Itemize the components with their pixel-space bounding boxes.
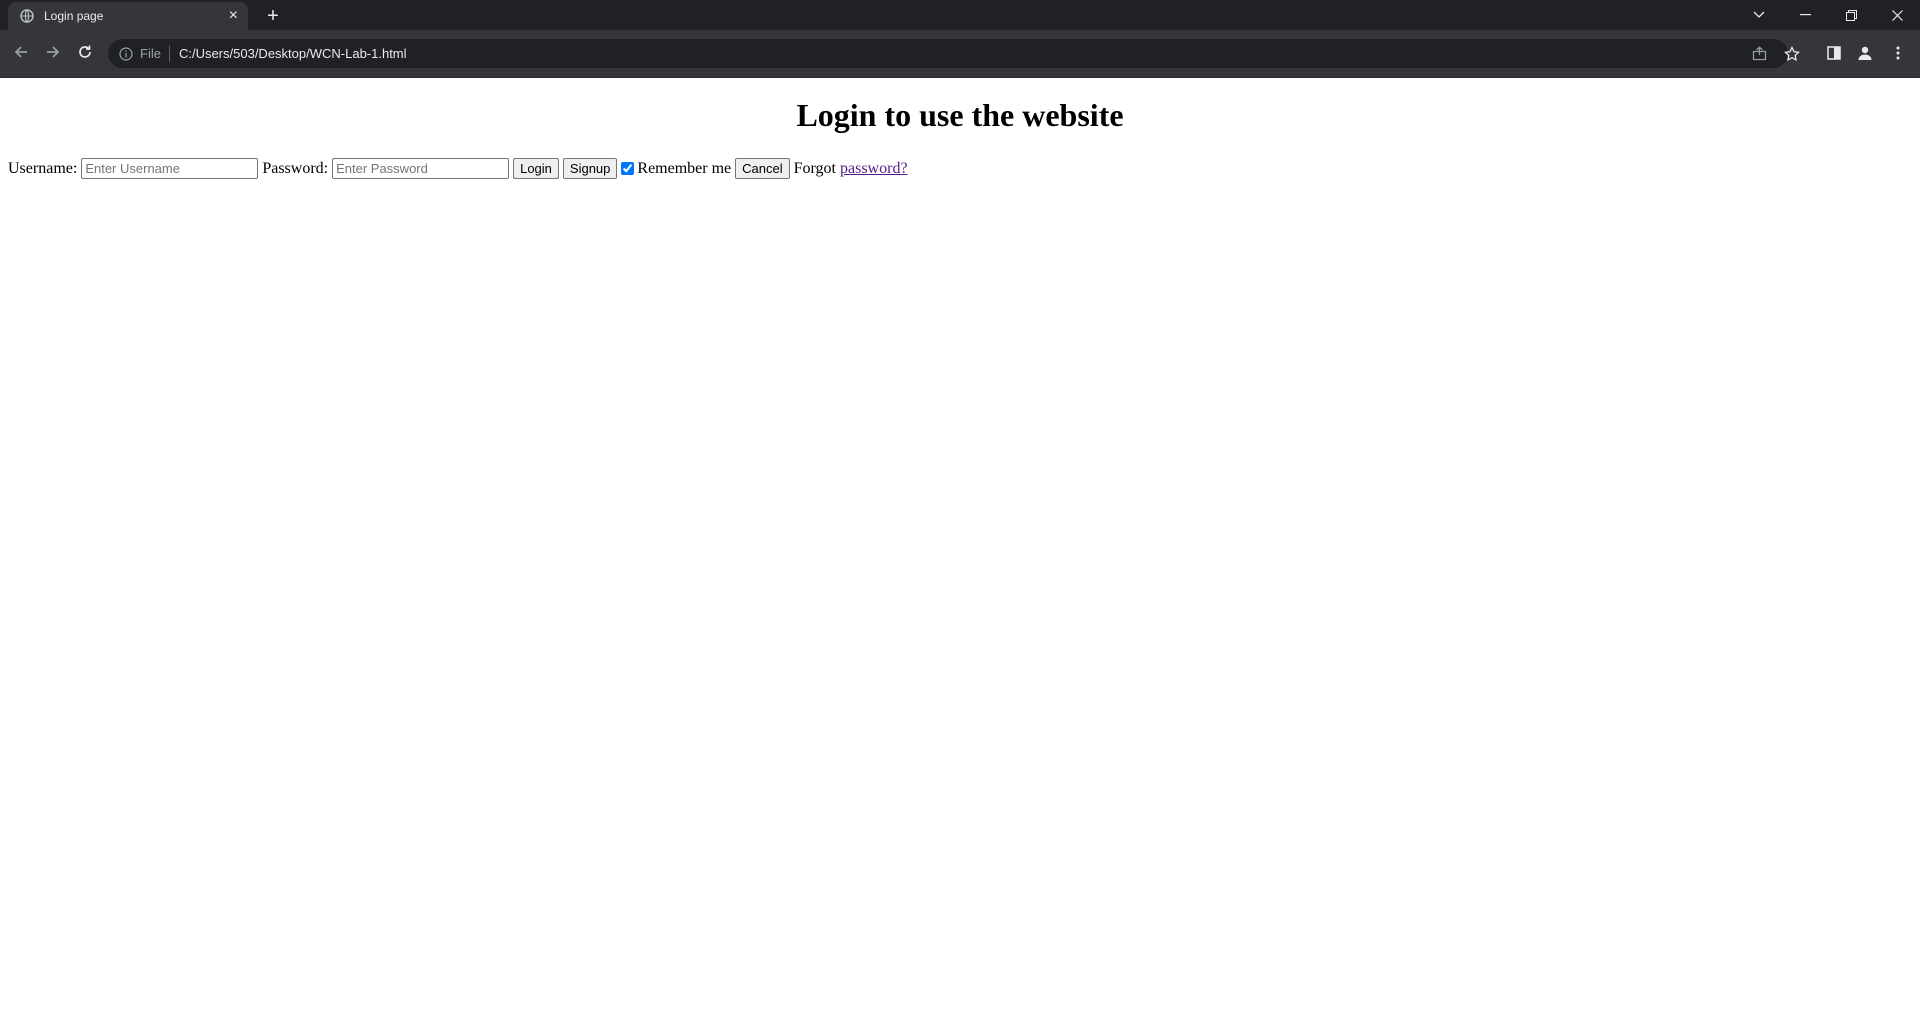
forgot-password-link[interactable]: password? <box>840 160 908 178</box>
address-divider <box>168 45 170 62</box>
signup-button[interactable]: Signup <box>562 158 618 179</box>
forgot-text: Forgot <box>793 159 836 177</box>
address-bar[interactable]: File C:/Users/503/Desktop/WCN-Lab-1.html <box>108 39 1800 68</box>
minimize-icon[interactable] <box>1782 0 1828 30</box>
page-content: Login to use the website Username: Passw… <box>0 78 1920 1028</box>
back-arrow-icon[interactable] <box>10 41 32 63</box>
address-scheme: File <box>140 46 161 61</box>
window-close-icon[interactable] <box>1874 0 1920 30</box>
close-icon[interactable]: × <box>229 8 238 24</box>
login-form: Username: Password: Login Signup Remembe… <box>8 158 908 179</box>
restore-icon[interactable] <box>1828 0 1874 30</box>
browser-tab[interactable]: Login page × <box>8 2 248 30</box>
kebab-menu-icon[interactable] <box>1888 43 1908 63</box>
login-button[interactable]: Login <box>513 158 559 179</box>
profile-icon[interactable] <box>1855 43 1875 63</box>
cancel-button[interactable]: Cancel <box>735 158 790 179</box>
globe-icon <box>20 9 34 23</box>
share-icon[interactable] <box>1752 39 1767 68</box>
username-label: Username: <box>8 159 78 177</box>
plus-icon[interactable]: + <box>262 5 284 27</box>
info-icon[interactable] <box>119 46 133 61</box>
tab-title: Login page <box>44 9 104 23</box>
password-input[interactable] <box>332 158 510 179</box>
password-label: Password: <box>262 159 329 177</box>
browser-toolbar: File C:/Users/503/Desktop/WCN-Lab-1.html <box>0 30 1920 78</box>
page-title: Login to use the website <box>796 97 1124 133</box>
tab-strip: Login page × + <box>0 0 1920 30</box>
forward-arrow-icon[interactable] <box>42 41 64 63</box>
side-panel-icon[interactable] <box>1824 43 1844 63</box>
star-icon[interactable] <box>1784 39 1800 68</box>
chevron-down-icon[interactable] <box>1736 0 1782 30</box>
remember-me-checkbox[interactable] <box>621 162 635 175</box>
reload-icon[interactable] <box>74 41 96 63</box>
username-input[interactable] <box>81 158 259 179</box>
address-url[interactable]: C:/Users/503/Desktop/WCN-Lab-1.html <box>179 46 407 61</box>
remember-me-label[interactable]: Remember me <box>637 160 731 178</box>
